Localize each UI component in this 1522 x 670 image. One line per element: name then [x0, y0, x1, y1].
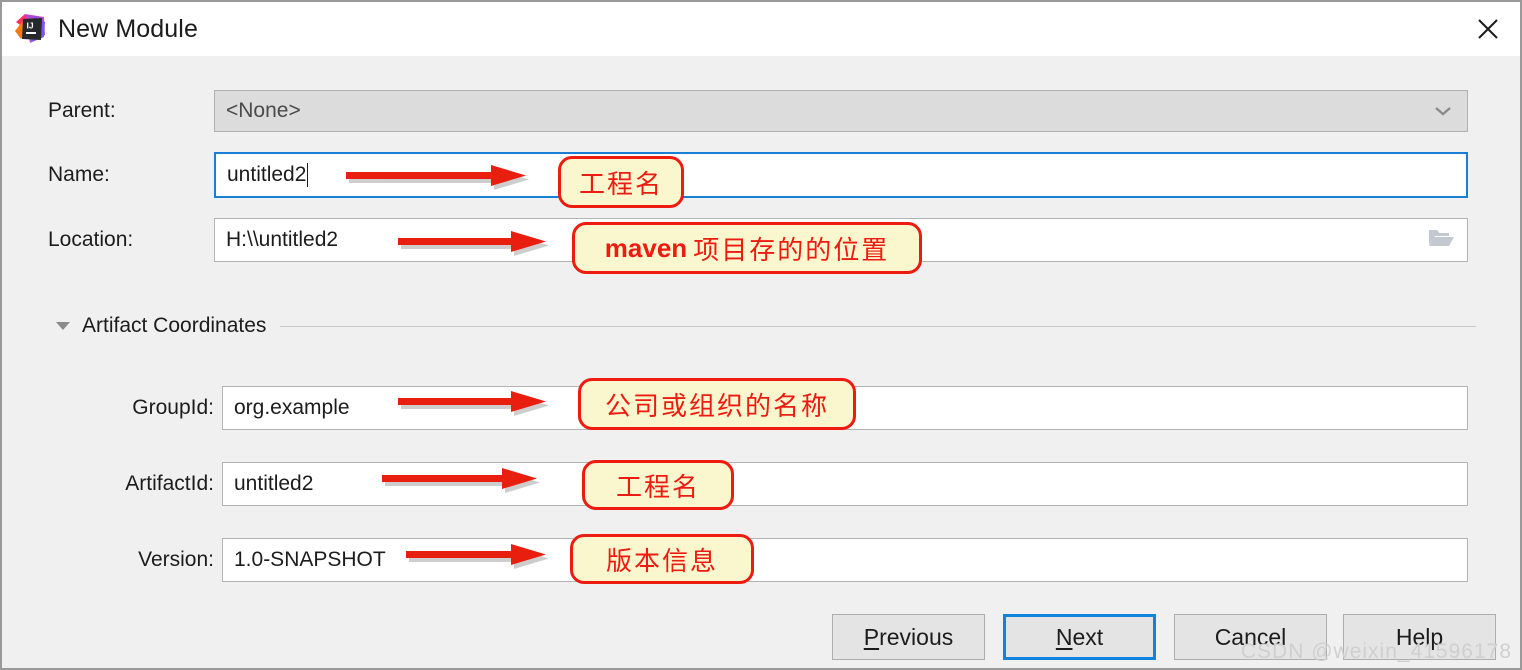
close-icon[interactable]: [1456, 2, 1520, 56]
artifactid-row: ArtifactId: untitled2: [48, 462, 1476, 506]
callout-groupid-note: 公司或组织的名称: [578, 378, 856, 430]
name-row: Name: untitled2: [48, 152, 1476, 198]
version-label: Version:: [138, 548, 214, 571]
name-label: Name:: [48, 163, 110, 186]
window-title: New Module: [58, 14, 198, 43]
chevron-down-icon: [1433, 99, 1453, 123]
intellij-idea-logo-icon: IJ: [14, 13, 46, 45]
artifact-coordinates-title: Artifact Coordinates: [82, 314, 267, 337]
text-caret: [307, 163, 309, 187]
callout-version-note: 版本信息: [570, 534, 754, 584]
parent-label: Parent:: [48, 99, 116, 122]
version-input[interactable]: 1.0-SNAPSHOT: [222, 538, 1468, 582]
section-divider: [280, 325, 1476, 327]
groupid-label: GroupId:: [132, 396, 214, 419]
new-module-dialog: IJ New Module Parent: <None> Name: untit…: [0, 0, 1522, 670]
callout-version-text: 版本信息: [605, 545, 718, 576]
artifactid-label: ArtifactId:: [125, 472, 214, 495]
triangle-down-icon[interactable]: [56, 322, 70, 330]
callout-artifactid-text: 工程名: [615, 471, 700, 502]
name-value: untitled2: [227, 163, 307, 186]
name-input[interactable]: untitled2: [214, 152, 1468, 198]
artifact-coordinates-section-header[interactable]: Artifact Coordinates: [56, 313, 1476, 339]
title-bar: IJ New Module: [2, 2, 1520, 56]
previous-button-label: Previous: [863, 623, 954, 650]
parent-combobox[interactable]: <None>: [214, 90, 1468, 132]
callout-artifactid-note: 工程名: [582, 460, 734, 510]
callout-location-text: 项目存的的位置: [693, 234, 890, 265]
groupid-value: org.example: [234, 396, 350, 419]
next-button[interactable]: Next: [1003, 614, 1156, 660]
callout-name-note: 工程名: [558, 156, 684, 208]
dialog-body: Parent: <None> Name: untitled2 Location:…: [2, 56, 1520, 668]
svg-text:IJ: IJ: [27, 21, 34, 31]
artifactid-input[interactable]: untitled2: [222, 462, 1468, 506]
artifactid-value: untitled2: [234, 472, 314, 495]
folder-open-icon[interactable]: [1427, 226, 1455, 254]
version-value: 1.0-SNAPSHOT: [234, 548, 386, 571]
version-row: Version: 1.0-SNAPSHOT: [48, 538, 1476, 582]
location-value: H:\\untitled2: [226, 228, 339, 251]
csdn-watermark: CSDN @weixin_41596178: [1240, 640, 1512, 663]
previous-button[interactable]: Previous: [832, 614, 985, 660]
location-label: Location:: [48, 228, 134, 251]
parent-value: <None>: [226, 99, 301, 122]
callout-location-bold: maven: [604, 232, 688, 263]
parent-row: Parent: <None>: [48, 90, 1476, 132]
next-button-label: Next: [1055, 623, 1104, 650]
callout-location-note: maven 项目存的的位置: [572, 222, 922, 274]
callout-groupid-text: 公司或组织的名称: [604, 390, 829, 421]
callout-name-text: 工程名: [578, 168, 663, 199]
